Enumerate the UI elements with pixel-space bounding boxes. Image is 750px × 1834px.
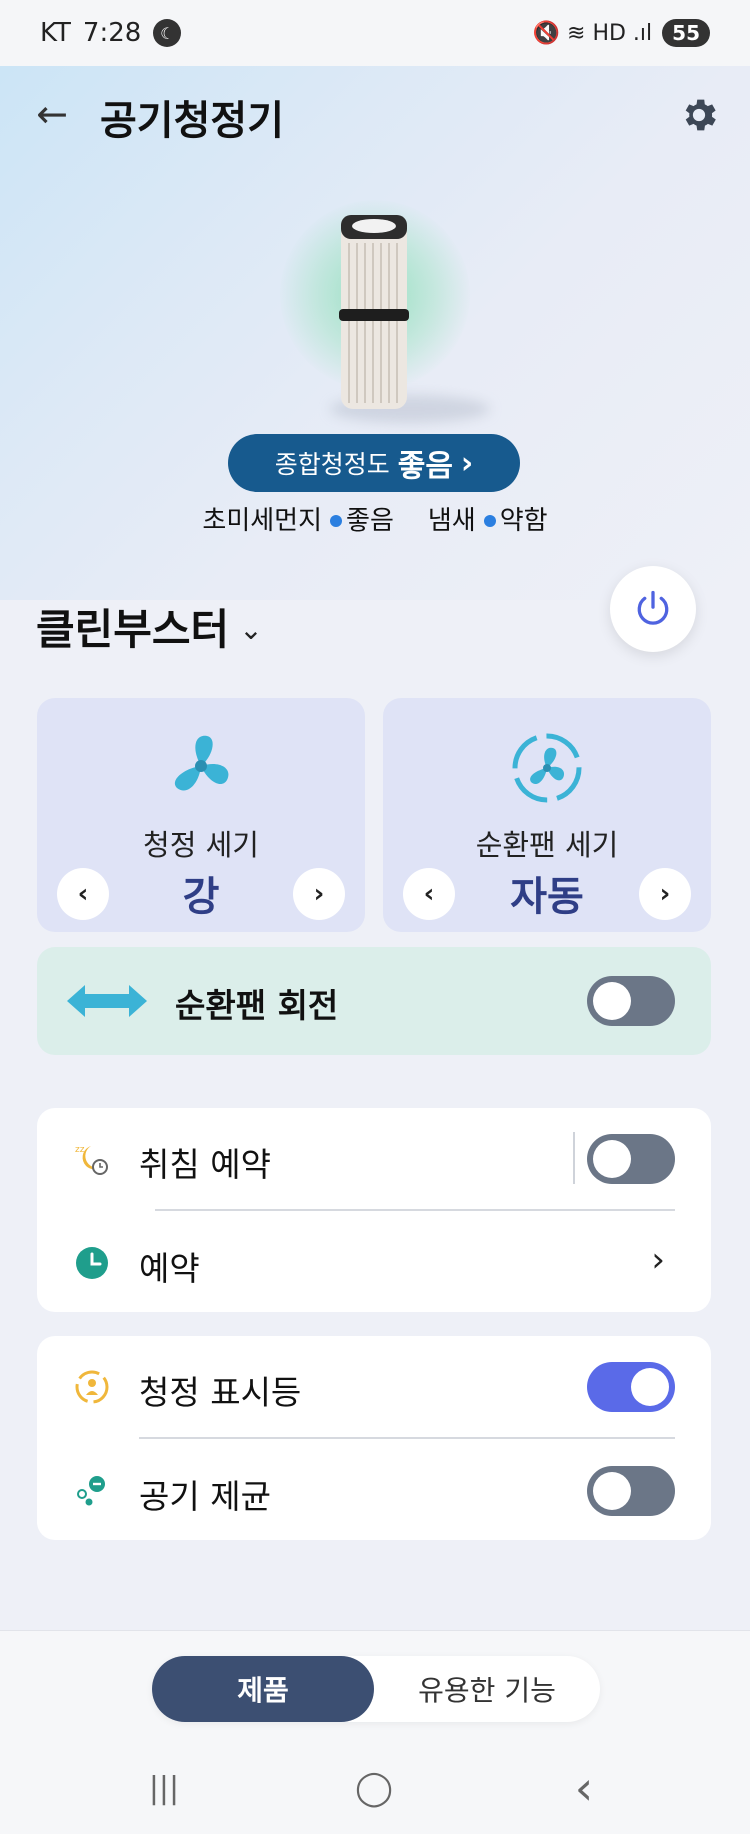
mode-label: 클린부스터 bbox=[36, 605, 230, 654]
overall-air-quality-button[interactable]: 종합청정도 좋음 › bbox=[228, 434, 520, 492]
status-bar: KT 7:28 ☾ 🔇 ≋ HD .ıl 55 bbox=[0, 0, 750, 66]
fine-dust-label: 초미세먼지 bbox=[202, 506, 323, 536]
system-back-button[interactable]: ‹ bbox=[554, 1761, 614, 1815]
overall-value: 좋음 bbox=[397, 449, 453, 484]
air-purifier-image bbox=[339, 215, 409, 409]
odor-label: 냄새 bbox=[427, 506, 476, 536]
tab-product[interactable]: 제품 bbox=[152, 1656, 374, 1722]
moon-icon: ☾ bbox=[153, 19, 182, 47]
double-arrow-icon bbox=[67, 985, 147, 1017]
indicator-light-icon bbox=[75, 1370, 109, 1404]
circulation-fan-increase-button[interactable]: › bbox=[639, 868, 691, 920]
fan-icon bbox=[174, 735, 229, 791]
divider bbox=[155, 1209, 675, 1211]
mode-selector[interactable]: 클린부스터 ⌄ bbox=[36, 596, 263, 657]
clean-power-card: 청정 세기 강 ‹ › bbox=[37, 698, 365, 932]
sleep-timer-row: zz 취침 예약 bbox=[37, 1108, 711, 1208]
power-button[interactable] bbox=[610, 566, 696, 652]
sterilize-toggle[interactable] bbox=[587, 1466, 675, 1516]
air-quality-detail: 초미세먼지 좋음 냄새 약함 bbox=[0, 500, 750, 537]
clock-icon bbox=[76, 1247, 108, 1279]
fan-rotation-label: 순환팬 회전 bbox=[175, 986, 339, 1025]
home-button[interactable]: ◯ bbox=[344, 1766, 404, 1810]
schedule-card: zz 취침 예약 예약 › bbox=[37, 1108, 711, 1312]
fine-dust-value: 좋음 bbox=[346, 506, 394, 536]
tab-useful-features[interactable]: 유용한 기능 bbox=[374, 1656, 600, 1722]
fan-rotation-toggle[interactable] bbox=[587, 976, 675, 1026]
sleep-timer-label: 취침 예약 bbox=[139, 1145, 271, 1184]
sleep-timer-toggle[interactable] bbox=[587, 1134, 675, 1184]
divider bbox=[139, 1437, 675, 1439]
sterilize-label: 공기 제균 bbox=[139, 1477, 271, 1516]
circulation-fan-icon bbox=[512, 733, 582, 803]
odor-value: 약함 bbox=[499, 506, 548, 536]
sleep-icon: zz bbox=[75, 1145, 108, 1175]
clean-power-decrease-button[interactable]: ‹ bbox=[57, 868, 109, 920]
circulation-fan-title: 순환팬 세기 bbox=[475, 828, 619, 862]
back-button[interactable]: ← bbox=[30, 94, 74, 138]
status-dot-icon bbox=[330, 514, 343, 527]
gear-icon[interactable] bbox=[678, 94, 720, 136]
circulation-fan-decrease-button[interactable]: ‹ bbox=[403, 868, 455, 920]
clean-power-increase-button[interactable]: › bbox=[293, 868, 345, 920]
sterilize-row: 공기 제균 bbox=[37, 1440, 711, 1540]
bottom-tab-switcher: 제품 유용한 기능 bbox=[152, 1656, 600, 1722]
display-card: 청정 표시등 공기 제균 bbox=[37, 1336, 711, 1540]
clock: 7:28 bbox=[82, 18, 142, 48]
power-icon bbox=[637, 590, 669, 625]
app-header: ← 공기청정기 bbox=[0, 66, 750, 166]
circulation-fan-card: 순환팬 세기 자동 ‹ › bbox=[383, 698, 711, 932]
chevron-right-icon: › bbox=[651, 1240, 665, 1280]
carrier-label: KT bbox=[40, 18, 71, 48]
chevron-down-icon: ⌄ bbox=[239, 613, 263, 646]
status-dot-icon bbox=[483, 514, 496, 527]
battery-icon: 55 bbox=[662, 19, 710, 47]
svg-text:zz: zz bbox=[75, 1145, 85, 1155]
system-navigation-bar: ||| ◯ ‹ bbox=[0, 1750, 750, 1834]
overall-label: 종합청정도 bbox=[274, 450, 390, 479]
chevron-right-icon: › bbox=[460, 445, 474, 481]
sterilize-icon bbox=[77, 1476, 105, 1506]
indicator-light-toggle[interactable] bbox=[587, 1362, 675, 1412]
indicator-light-row: 청정 표시등 bbox=[37, 1336, 711, 1436]
page-title: 공기청정기 bbox=[100, 98, 284, 144]
signal-icons: 🔇 ≋ HD .ıl bbox=[532, 20, 653, 46]
clean-power-title: 청정 세기 bbox=[143, 828, 259, 862]
indicator-light-label: 청정 표시등 bbox=[139, 1373, 302, 1412]
schedule-label: 예약 bbox=[139, 1249, 200, 1288]
fan-rotation-card: 순환팬 회전 bbox=[37, 947, 711, 1055]
schedule-row[interactable]: 예약 › bbox=[37, 1212, 711, 1312]
recent-apps-button[interactable]: ||| bbox=[134, 1766, 194, 1810]
divider bbox=[573, 1132, 575, 1184]
